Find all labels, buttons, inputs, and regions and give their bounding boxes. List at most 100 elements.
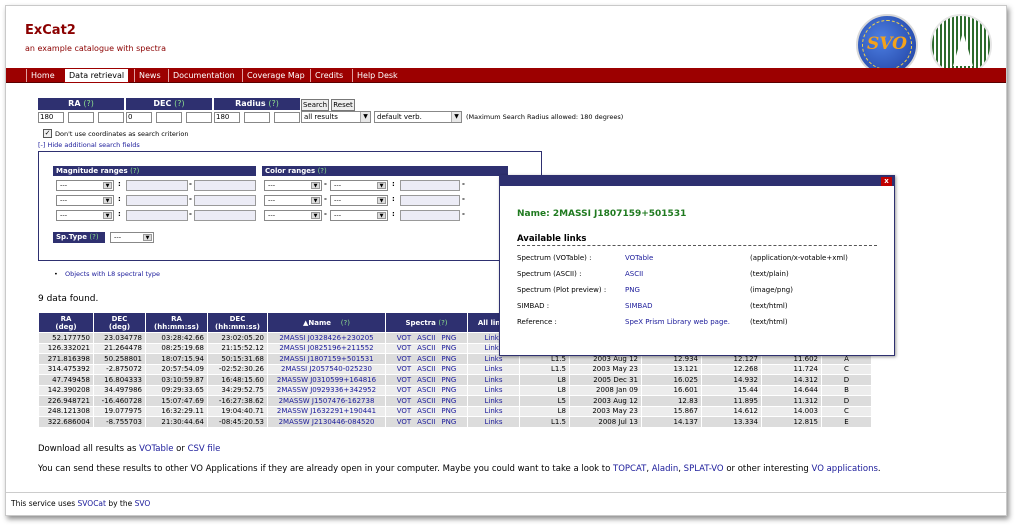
png-link[interactable]: PNG: [441, 355, 456, 363]
name-link[interactable]: 2MASSW J1632291+190441: [267, 405, 386, 417]
ascii-link[interactable]: ASCII: [417, 344, 435, 352]
color-min-input-1[interactable]: [400, 180, 460, 191]
download-votable-link[interactable]: VOTable: [139, 444, 173, 454]
dec-deg-input[interactable]: 0: [126, 112, 152, 123]
nav-news[interactable]: News: [134, 69, 165, 82]
name-link[interactable]: 2MASSI J0328426+230205: [267, 332, 386, 344]
color-band-a-select-1[interactable]: --- ▼: [264, 180, 322, 191]
links-link[interactable]: Links: [467, 416, 520, 428]
name-link[interactable]: 2MASSW J2130446-084520: [267, 416, 386, 428]
png-link[interactable]: PNG: [441, 376, 456, 384]
color-band-b-select-3[interactable]: --- ▼: [330, 210, 388, 221]
png-link[interactable]: PNG: [441, 407, 456, 415]
png-link[interactable]: PNG: [441, 344, 456, 352]
svocat-link[interactable]: SVOCat: [78, 499, 106, 508]
sptype-help-link[interactable]: (?): [89, 233, 98, 241]
observatory-logo[interactable]: [930, 14, 992, 76]
png-link[interactable]: PNG: [441, 418, 456, 426]
col-dec-hms[interactable]: DEC (hh:mm:ss): [207, 312, 268, 333]
dec-sec-input[interactable]: [186, 112, 212, 123]
search-button[interactable]: Search: [301, 99, 329, 111]
radius-min-input[interactable]: [244, 112, 270, 123]
mag-help-link[interactable]: (?): [130, 167, 139, 175]
close-icon[interactable]: x: [881, 177, 892, 186]
col-dec-deg[interactable]: DEC (deg): [93, 312, 146, 333]
color-min-input-2[interactable]: [400, 195, 460, 206]
radius-help-link[interactable]: (?): [268, 99, 279, 108]
nav-coverage-map[interactable]: Coverage Map: [242, 69, 309, 82]
svo-logo[interactable]: SVO: [856, 14, 918, 76]
nav-data-retrieval[interactable]: Data retrieval: [64, 68, 130, 83]
vot-link[interactable]: VOT: [397, 407, 411, 415]
ra-help-link[interactable]: (?): [83, 99, 94, 108]
name-link[interactable]: 2MASSI J2057540-025230: [267, 363, 386, 375]
mag-max-input-2[interactable]: [194, 195, 256, 206]
dec-min-input[interactable]: [156, 112, 182, 123]
ascii-link[interactable]: ASCII: [625, 270, 643, 278]
vot-link[interactable]: VOT: [397, 334, 411, 342]
color-band-a-select-3[interactable]: --- ▼: [264, 210, 322, 221]
nav-documentation[interactable]: Documentation: [168, 69, 239, 82]
vot-link[interactable]: VOT: [397, 365, 411, 373]
col-spectra[interactable]: Spectra (?): [385, 312, 468, 333]
download-csv-link[interactable]: CSV file: [188, 444, 221, 454]
ra-deg-input[interactable]: 180: [38, 112, 64, 123]
links-link[interactable]: Links: [467, 374, 520, 386]
color-band-b-select-2[interactable]: --- ▼: [330, 195, 388, 206]
vot-link[interactable]: VOT: [397, 386, 411, 394]
vot-link[interactable]: VOT: [397, 418, 411, 426]
results-select[interactable]: all results ▼: [301, 111, 371, 123]
vot-link[interactable]: VOT: [397, 376, 411, 384]
splat-link[interactable]: SPLAT-VO: [684, 464, 724, 474]
name-link[interactable]: 2MASSW J1507476-162738: [267, 395, 386, 407]
name-link[interactable]: 2MASSW J0310599+164816: [267, 374, 386, 386]
nav-help-desk[interactable]: Help Desk: [352, 69, 402, 82]
mag-band-select-1[interactable]: --- ▼: [56, 180, 114, 191]
dec-help-link[interactable]: (?): [174, 99, 185, 108]
vo-apps-link[interactable]: VO applications: [812, 464, 878, 474]
ascii-link[interactable]: ASCII: [417, 355, 435, 363]
color-band-b-select-1[interactable]: --- ▼: [330, 180, 388, 191]
mag-min-input-3[interactable]: [126, 210, 188, 221]
mag-band-select-3[interactable]: --- ▼: [56, 210, 114, 221]
col-name[interactable]: ▲Name (?): [267, 312, 386, 333]
verbosity-select[interactable]: default verb. ▼: [374, 111, 462, 123]
reset-button[interactable]: Reset: [331, 99, 355, 111]
ascii-link[interactable]: ASCII: [417, 365, 435, 373]
ascii-link[interactable]: ASCII: [417, 418, 435, 426]
dont-use-coords-checkbox[interactable]: ✓: [43, 129, 52, 138]
vot-link[interactable]: VOT: [397, 397, 411, 405]
links-link[interactable]: Links: [467, 405, 520, 417]
col-ra-deg[interactable]: RA (deg): [38, 312, 94, 333]
png-link[interactable]: PNG: [441, 386, 456, 394]
color-min-input-3[interactable]: [400, 210, 460, 221]
aladin-link[interactable]: Aladin: [652, 464, 679, 474]
name-link[interactable]: 2MASSW J0929336+342952: [267, 384, 386, 396]
ascii-link[interactable]: ASCII: [417, 376, 435, 384]
vot-link[interactable]: VOT: [397, 355, 411, 363]
nav-home[interactable]: Home: [26, 69, 59, 82]
ascii-link[interactable]: ASCII: [417, 334, 435, 342]
png-link[interactable]: PNG: [441, 334, 456, 342]
links-link[interactable]: Links: [467, 363, 520, 375]
ascii-link[interactable]: ASCII: [417, 386, 435, 394]
name-link[interactable]: 2MASSI J0825196+211552: [267, 342, 386, 354]
simbad-link[interactable]: SIMBAD: [625, 302, 653, 310]
links-link[interactable]: Links: [467, 395, 520, 407]
radius-deg-input[interactable]: 180: [214, 112, 240, 123]
png-link[interactable]: PNG: [625, 286, 640, 294]
votable-link[interactable]: VOTable: [625, 254, 653, 262]
radius-sec-input[interactable]: [274, 112, 300, 123]
mag-max-input-3[interactable]: [194, 210, 256, 221]
color-band-a-select-2[interactable]: --- ▼: [264, 195, 322, 206]
ra-sec-input[interactable]: [98, 112, 124, 123]
nav-credits[interactable]: Credits: [310, 69, 347, 82]
png-link[interactable]: PNG: [441, 365, 456, 373]
mag-min-input-1[interactable]: [126, 180, 188, 191]
ascii-link[interactable]: ASCII: [417, 397, 435, 405]
mag-max-input-1[interactable]: [194, 180, 256, 191]
name-link[interactable]: 2MASSI J1807159+501531: [267, 353, 386, 365]
reference-link[interactable]: SpeX Prism Library web page.: [625, 318, 730, 326]
sptype-select[interactable]: --- ▼: [110, 232, 154, 243]
hide-fields-link[interactable]: [-] Hide additional search fields: [38, 141, 140, 149]
